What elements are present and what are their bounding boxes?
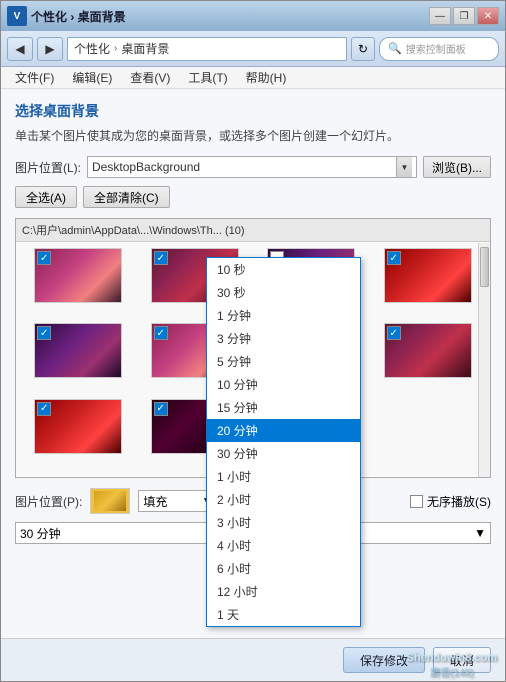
dropdown-item-12[interactable]: 4 小时 (207, 534, 360, 557)
image-checkbox-4[interactable]: ✓ (387, 251, 401, 265)
main-window: V 个性化 › 桌面背景 — ❐ ✕ ◀ ▶ 个性化 › 桌面背景 ↻ 🔍 搜索… (0, 0, 506, 682)
browse-button[interactable]: 浏览(B)... (423, 156, 491, 178)
dropdown-item-0[interactable]: 10 秒 (207, 258, 360, 281)
image-location-row: 图片位置(L): DesktopBackground ▼ 浏览(B)... (15, 156, 491, 178)
image-checkbox-6[interactable]: ✓ (154, 326, 168, 340)
image-location-value: DesktopBackground (92, 160, 396, 174)
dropdown-item-9[interactable]: 1 小时 (207, 465, 360, 488)
cancel-button[interactable]: 取消 (433, 647, 491, 673)
dropdown-item-15[interactable]: 1 天 (207, 603, 360, 626)
image-location-combo[interactable]: DesktopBackground ▼ (87, 156, 417, 178)
search-icon: 🔍 (388, 42, 402, 55)
shuffle-checkbox[interactable] (410, 495, 423, 508)
scrollbar-track (478, 243, 490, 477)
page-title: 选择桌面背景 (15, 101, 491, 121)
search-placeholder: 搜索控制面板 (406, 41, 466, 56)
image-checkbox-10[interactable]: ✓ (154, 402, 168, 416)
clear-all-button[interactable]: 全部清除(C) (83, 186, 170, 208)
title-bar: V 个性化 › 桌面背景 — ❐ ✕ (1, 1, 505, 31)
position-preview (90, 488, 130, 514)
dropdown-item-8[interactable]: 30 分钟 (207, 442, 360, 465)
app-logo: V (7, 6, 27, 26)
image-thumb-5[interactable]: ✓ (34, 323, 122, 378)
image-thumb-4[interactable]: ✓ (384, 248, 472, 303)
shuffle-label: 无序播放(S) (427, 493, 491, 510)
image-checkbox-2[interactable]: ✓ (154, 251, 168, 265)
minimize-button[interactable]: — (429, 7, 451, 25)
dropdown-item-3[interactable]: 3 分钟 (207, 327, 360, 350)
footer: 保存修改 取消 (1, 638, 505, 681)
content-area: 选择桌面背景 单击某个图片使其成为您的桌面背景，或选择多个图片创建一个幻灯片。 … (1, 89, 505, 638)
image-thumb-9[interactable]: ✓ (34, 399, 122, 454)
menu-view[interactable]: 查看(V) (122, 67, 178, 88)
image-checkbox-5[interactable]: ✓ (37, 326, 51, 340)
save-button[interactable]: 保存修改 (343, 647, 425, 673)
page-description: 单击某个图片使其成为您的桌面背景，或选择多个图片创建一个幻灯片。 (15, 127, 491, 144)
image-checkbox-1[interactable]: ✓ (37, 251, 51, 265)
dropdown-item-1[interactable]: 30 秒 (207, 281, 360, 304)
image-cell-4[interactable]: ✓ (372, 248, 485, 319)
shuffle-section: 无序播放(S) (410, 493, 491, 510)
image-checkbox-9[interactable]: ✓ (37, 402, 51, 416)
combo-arrow-icon: ▼ (396, 157, 412, 177)
image-thumb-8[interactable]: ✓ (384, 323, 472, 378)
position-label: 图片位置(P): (15, 493, 82, 510)
image-cell-9[interactable]: ✓ (22, 399, 135, 470)
image-location-label: 图片位置(L): (15, 159, 81, 176)
scrollbar-thumb[interactable] (480, 247, 489, 287)
back-button[interactable]: ◀ (7, 37, 33, 61)
image-thumb-1[interactable]: ✓ (34, 248, 122, 303)
select-all-button[interactable]: 全选(A) (15, 186, 77, 208)
dropdown-item-7[interactable]: 20 分钟 (207, 419, 360, 442)
breadcrumb: 个性化 › 桌面背景 (67, 37, 347, 61)
dropdown-item-2[interactable]: 1 分钟 (207, 304, 360, 327)
refresh-button[interactable]: ↻ (351, 37, 375, 61)
dropdown-item-13[interactable]: 6 小时 (207, 557, 360, 580)
window-title: 个性化 › 桌面背景 (31, 8, 429, 25)
image-checkbox-8[interactable]: ✓ (387, 326, 401, 340)
image-cell-5[interactable]: ✓ (22, 323, 135, 394)
dropdown-item-11[interactable]: 3 小时 (207, 511, 360, 534)
forward-button[interactable]: ▶ (37, 37, 63, 61)
image-cell-1[interactable]: ✓ (22, 248, 135, 319)
restore-button[interactable]: ❐ (453, 7, 475, 25)
menu-edit[interactable]: 编辑(E) (64, 67, 120, 88)
interval-dropdown[interactable]: 10 秒 30 秒 1 分钟 3 分钟 5 分钟 10 分钟 15 分钟 20 … (206, 257, 361, 627)
breadcrumb-part2: 桌面背景 (121, 40, 169, 57)
menu-file[interactable]: 文件(F) (7, 67, 62, 88)
close-button[interactable]: ✕ (477, 7, 499, 25)
interval-combo-arrow: ▼ (474, 526, 486, 540)
menu-tools[interactable]: 工具(T) (180, 67, 235, 88)
position-value: 填充 (143, 493, 167, 510)
selection-buttons-row: 全选(A) 全部清除(C) (15, 186, 491, 208)
interval-value: 30 分钟 (20, 525, 61, 542)
toolbar: ◀ ▶ 个性化 › 桌面背景 ↻ 🔍 搜索控制面板 (1, 31, 505, 67)
dropdown-item-5[interactable]: 10 分钟 (207, 373, 360, 396)
search-bar[interactable]: 🔍 搜索控制面板 (379, 37, 499, 61)
path-bar: C:\用户\admin\AppData\...\Windows\Th... (1… (16, 219, 490, 242)
window-controls: — ❐ ✕ (429, 7, 499, 25)
dropdown-item-4[interactable]: 5 分钟 (207, 350, 360, 373)
dropdown-item-6[interactable]: 15 分钟 (207, 396, 360, 419)
position-preview-image (94, 491, 126, 511)
menu-help[interactable]: 帮助(H) (238, 67, 295, 88)
dropdown-item-10[interactable]: 2 小时 (207, 488, 360, 511)
breadcrumb-sep: › (114, 43, 117, 54)
breadcrumb-part1: 个性化 (74, 40, 110, 57)
dropdown-item-14[interactable]: 12 小时 (207, 580, 360, 603)
image-cell-8[interactable]: ✓ (372, 323, 485, 394)
menu-bar: 文件(F) 编辑(E) 查看(V) 工具(T) 帮助(H) (1, 67, 505, 89)
